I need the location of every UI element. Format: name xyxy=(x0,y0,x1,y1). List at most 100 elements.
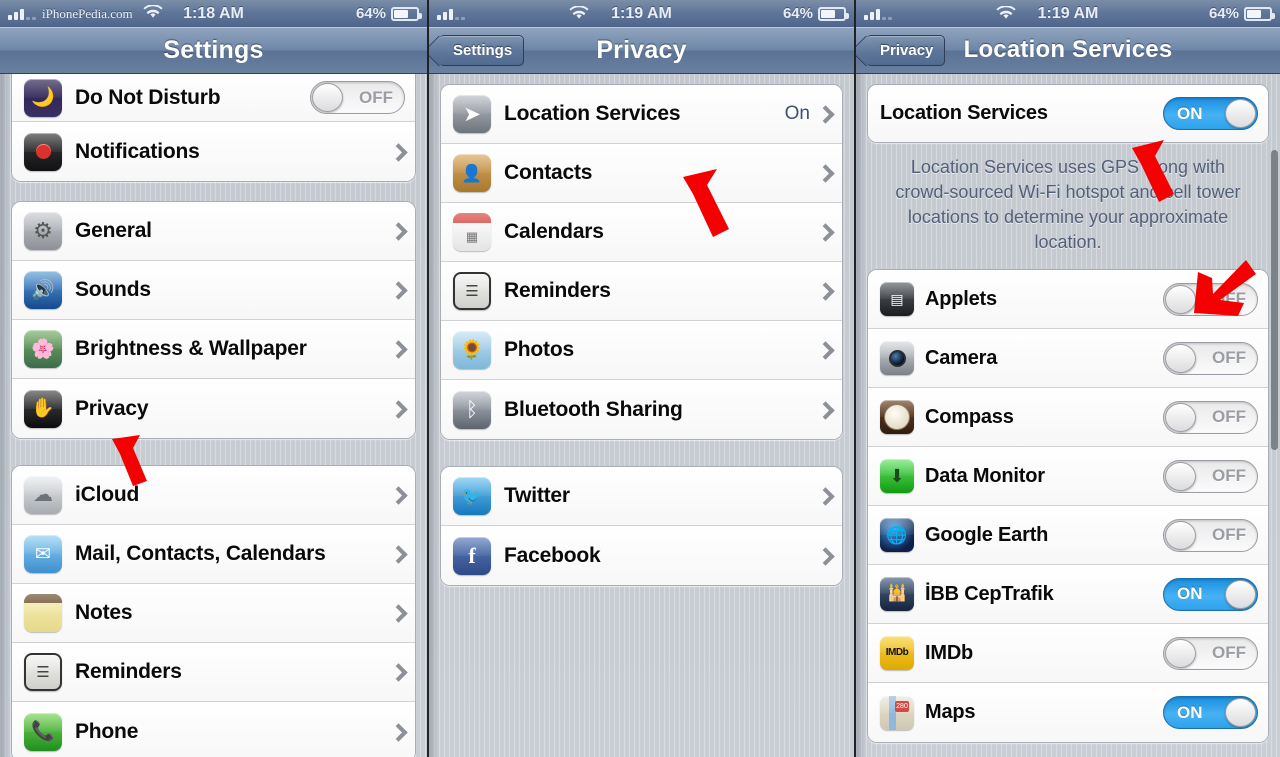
google-earth-toggle[interactable]: OFF xyxy=(1163,518,1258,552)
location-services-toggle[interactable]: ON xyxy=(1163,97,1258,130)
location-apps-group: ▤ Applets OFF Camera OFF Compass OFF ⬇ D… xyxy=(867,269,1269,743)
row-data-monitor[interactable]: ⬇ Data Monitor OFF xyxy=(868,447,1268,506)
row-phone[interactable]: 📞 Phone xyxy=(12,702,415,757)
do-not-disturb-toggle[interactable]: OFF xyxy=(310,81,405,114)
row-value: On xyxy=(784,103,810,124)
row-applets[interactable]: ▤ Applets OFF xyxy=(868,270,1268,329)
row-photos[interactable]: 🌻 Photos xyxy=(441,321,842,380)
row-maps[interactable]: 280 Maps ON xyxy=(868,683,1268,742)
icloud-icon: ☁ xyxy=(24,476,62,514)
row-label: Maps xyxy=(925,701,976,723)
row-sounds[interactable]: 🔊 Sounds xyxy=(12,261,415,320)
row-label: Reminders xyxy=(75,660,182,683)
contacts-icon: 👤 xyxy=(453,154,491,192)
battery-icon xyxy=(391,6,422,21)
row-ibb-ceptrafik[interactable]: 🕌 İBB CepTrafik ON xyxy=(868,565,1268,624)
chevron-right-icon xyxy=(391,604,402,622)
chevron-right-icon xyxy=(818,341,829,359)
imdb-toggle[interactable]: OFF xyxy=(1163,636,1258,670)
row-label: Location Services xyxy=(504,102,681,125)
status-time: 1:18 AM xyxy=(183,4,244,22)
back-button-privacy[interactable]: Privacy xyxy=(866,34,946,66)
do-not-disturb-icon: 🌙 xyxy=(24,78,62,117)
row-label: IMDb xyxy=(925,641,974,664)
chevron-right-icon xyxy=(818,282,829,300)
row-google-earth[interactable]: 🌐 Google Earth OFF xyxy=(868,506,1268,565)
row-label: iCloud xyxy=(75,483,140,506)
settings-list[interactable]: 🌙 Do Not Disturb OFF Notifications ⚙ Gen… xyxy=(0,74,427,757)
row-general[interactable]: ⚙ General xyxy=(12,202,415,261)
row-imdb[interactable]: IMDb IMDb OFF xyxy=(868,624,1268,683)
location-master-group: Location Services ON xyxy=(867,84,1269,143)
row-label: Contacts xyxy=(504,161,593,184)
left-edge-shadow xyxy=(856,74,866,757)
row-label: Location Services xyxy=(880,102,1048,124)
toggle-knob xyxy=(1165,520,1196,550)
photos-icon: 🌻 xyxy=(453,331,491,369)
row-reminders[interactable]: ☰ Reminders xyxy=(12,643,415,702)
left-edge-shadow xyxy=(429,74,439,757)
privacy-list[interactable]: ➤ Location Services On 👤 Contacts ▦ Cale… xyxy=(429,74,854,757)
row-location-services-master[interactable]: Location Services ON xyxy=(868,85,1268,142)
row-label: Privacy xyxy=(75,396,149,420)
row-icloud[interactable]: ☁ iCloud xyxy=(12,466,415,525)
row-privacy[interactable]: ✋ Privacy xyxy=(12,379,415,438)
ibb-ceptrafik-icon: 🕌 xyxy=(880,577,914,611)
back-button-label: Settings xyxy=(453,41,513,59)
row-notes[interactable]: Notes xyxy=(12,584,415,643)
google-earth-icon: 🌐 xyxy=(880,518,914,552)
row-label: Sounds xyxy=(75,278,151,301)
status-time: 1:19 AM xyxy=(611,4,672,22)
row-label: Compass xyxy=(925,405,1014,428)
data-monitor-toggle[interactable]: OFF xyxy=(1163,459,1258,493)
top-spacer xyxy=(429,74,854,84)
toggle-state: OFF xyxy=(1212,643,1246,662)
ibb-ceptrafik-toggle[interactable]: ON xyxy=(1163,577,1258,611)
toggle-knob xyxy=(1165,402,1196,432)
row-contacts[interactable]: 👤 Contacts xyxy=(441,144,842,203)
chevron-right-icon xyxy=(818,487,829,505)
applets-toggle[interactable]: OFF xyxy=(1163,282,1258,316)
row-label: Notes xyxy=(75,601,133,624)
row-label: Data Monitor xyxy=(925,464,1045,487)
row-do-not-disturb[interactable]: 🌙 Do Not Disturb OFF xyxy=(12,74,415,122)
row-notifications[interactable]: Notifications xyxy=(12,122,415,181)
row-camera[interactable]: Camera OFF xyxy=(868,329,1268,388)
location-services-list[interactable]: Location Services ON Location Services u… xyxy=(856,74,1280,757)
row-label: Calendars xyxy=(504,220,604,243)
row-compass[interactable]: Compass OFF xyxy=(868,388,1268,447)
battery-icon xyxy=(1244,6,1275,21)
row-label: Twitter xyxy=(504,484,570,507)
chevron-right-icon xyxy=(391,143,402,161)
page-title: Settings xyxy=(163,35,264,64)
notifications-icon xyxy=(24,132,62,171)
row-label: Phone xyxy=(75,719,139,743)
row-twitter[interactable]: 🐦 Twitter xyxy=(441,467,842,526)
row-reminders[interactable]: ☰ Reminders xyxy=(441,262,842,321)
row-label: Notifications xyxy=(75,139,200,163)
facebook-icon: f xyxy=(453,536,491,575)
row-label: Mail, Contacts, Calendars xyxy=(75,542,326,565)
bluetooth-icon: ᛒ xyxy=(453,390,491,429)
row-bluetooth-sharing[interactable]: ᛒ Bluetooth Sharing xyxy=(441,380,842,439)
row-location-services[interactable]: ➤ Location Services On xyxy=(441,85,842,144)
row-mail-contacts-calendars[interactable]: ✉ Mail, Contacts, Calendars xyxy=(12,525,415,584)
chevron-right-icon xyxy=(391,222,402,240)
status-bar: iPhonePedia.com 1:18 AM 64% xyxy=(0,0,427,27)
maps-toggle[interactable]: ON xyxy=(1163,696,1258,729)
row-brightness-wallpaper[interactable]: 🌸 Brightness & Wallpaper xyxy=(12,320,415,379)
compass-toggle[interactable]: OFF xyxy=(1163,400,1258,434)
vertical-scrollbar[interactable] xyxy=(1271,150,1278,450)
row-calendars[interactable]: ▦ Calendars xyxy=(441,203,842,262)
privacy-group-1: ➤ Location Services On 👤 Contacts ▦ Cale… xyxy=(440,84,843,440)
panel-location-services: 1:19 AM 64% Privacy Location Services Lo… xyxy=(854,0,1280,757)
camera-toggle[interactable]: OFF xyxy=(1163,341,1258,375)
row-facebook[interactable]: f Facebook xyxy=(441,526,842,585)
back-button-settings[interactable]: Settings xyxy=(439,34,525,66)
chevron-right-icon xyxy=(391,723,402,741)
toggle-state: ON xyxy=(1177,702,1203,722)
twitter-icon: 🐦 xyxy=(453,477,491,515)
status-bar: 1:19 AM 64% xyxy=(429,0,854,27)
